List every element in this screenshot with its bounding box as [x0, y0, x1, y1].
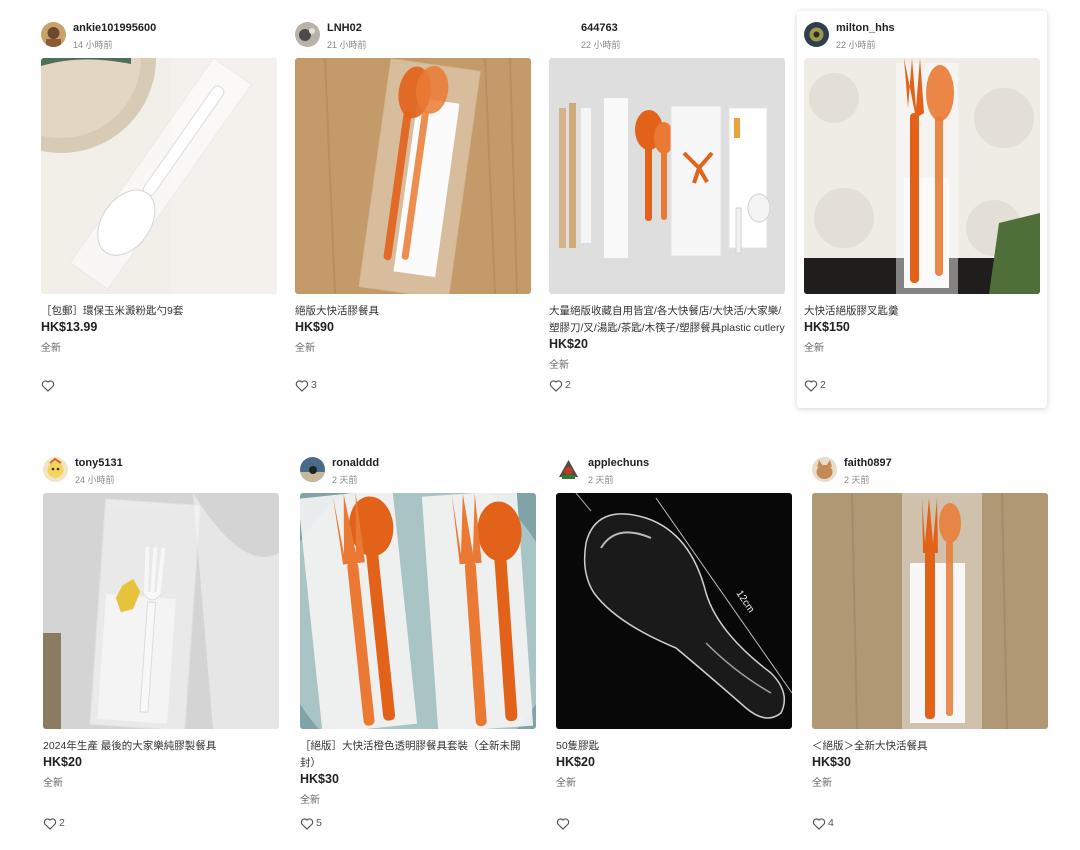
seller-username[interactable]: LNH02	[327, 22, 362, 34]
listing-title[interactable]: 絕版大快活膠餐具	[295, 303, 531, 320]
like-button[interactable]: 3	[295, 377, 317, 393]
avatar[interactable]	[300, 457, 325, 482]
seller-username[interactable]: tony5131	[75, 457, 123, 469]
listing-photo[interactable]	[295, 58, 531, 294]
listing-price: HK$90	[295, 320, 334, 334]
like-button[interactable]	[41, 377, 57, 393]
listing-time: 14 小時前	[73, 40, 113, 50]
listing-condition: 全新	[43, 778, 63, 789]
seller-username[interactable]: ankie101995600	[73, 22, 156, 34]
listing-time: 2 天前	[588, 475, 614, 485]
listing-card[interactable]: ankie101995600 14 小時前 ［包郵］環保玉米澱粉匙勺9套 HK$…	[41, 18, 279, 408]
like-count: 2	[59, 817, 65, 829]
seller-username[interactable]: ronalddd	[332, 457, 379, 469]
seller-username[interactable]: applechuns	[588, 457, 649, 469]
listing-card[interactable]: LNH02 21 小時前 絕版大快活膠餐具 HK$90 全新 3	[295, 18, 533, 408]
like-button[interactable]: 2	[804, 377, 826, 393]
listing-photo[interactable]: 12cm	[556, 493, 792, 729]
listing-card[interactable]: milton_hhs 22 小時前 大快活絕版膠叉匙羹 HK$150 全新 2	[797, 11, 1047, 408]
like-button[interactable]: 5	[300, 815, 322, 831]
listing-price: HK$20	[556, 755, 595, 769]
listing-card[interactable]: 644763 22 小時前 大量絕版收藏自用皆宜/各大快餐店/大快活/大家樂/塑…	[549, 18, 787, 408]
listing-condition: 全新	[812, 778, 832, 789]
listing-photo[interactable]	[549, 58, 785, 294]
heart-outline-icon	[804, 379, 818, 392]
listing-price: HK$30	[812, 755, 851, 769]
listing-condition: 全新	[549, 360, 569, 371]
like-count: 5	[316, 817, 322, 829]
listing-photo[interactable]	[812, 493, 1048, 729]
listing-title[interactable]: 大量絕版收藏自用皆宜/各大快餐店/大快活/大家樂/塑膠刀/叉/湯匙/茶匙/木筷子…	[549, 303, 785, 337]
avatar[interactable]	[804, 22, 829, 47]
listing-title[interactable]: 大快活絕版膠叉匙羹	[804, 303, 1040, 320]
avatar[interactable]	[812, 457, 837, 482]
listing-time: 2 天前	[844, 475, 870, 485]
listing-condition: 全新	[300, 795, 320, 806]
avatar[interactable]	[43, 457, 68, 482]
heart-outline-icon	[41, 379, 55, 392]
listing-price: HK$30	[300, 772, 339, 786]
heart-outline-icon	[812, 817, 826, 830]
like-count: 4	[828, 817, 834, 829]
like-count: 2	[820, 379, 826, 391]
listing-time: 24 小時前	[75, 475, 115, 485]
seller-username[interactable]: milton_hhs	[836, 22, 895, 34]
listing-card[interactable]: ronalddd 2 天前 ［絕版］大快活橙色透明膠餐具套裝（全新未開封） HK…	[300, 453, 538, 843]
listing-photo[interactable]	[41, 58, 277, 294]
like-count: 2	[565, 379, 571, 391]
listing-card[interactable]: applechuns 2 天前 12cm 50隻膠匙 HK$20 全新	[556, 453, 794, 843]
listing-photo[interactable]	[804, 58, 1040, 294]
listing-time: 2 天前	[332, 475, 358, 485]
avatar[interactable]	[556, 457, 581, 482]
like-count: 3	[311, 379, 317, 391]
like-button[interactable]: 2	[43, 815, 65, 831]
like-button[interactable]: 2	[549, 377, 571, 393]
like-button[interactable]	[556, 815, 572, 831]
listing-card[interactable]: faith0897 2 天前 ＜絕版＞全新大快活餐具 HK$30 全新 4	[812, 453, 1050, 843]
heart-outline-icon	[556, 817, 570, 830]
listing-title[interactable]: 50隻膠匙	[556, 738, 792, 755]
listing-photo[interactable]	[43, 493, 279, 729]
heart-outline-icon	[300, 817, 314, 830]
seller-username[interactable]: 644763	[581, 22, 618, 34]
listing-condition: 全新	[295, 343, 315, 354]
listing-photo[interactable]	[300, 493, 536, 729]
listing-title[interactable]: ［包郵］環保玉米澱粉匙勺9套	[41, 303, 277, 320]
listing-time: 21 小時前	[327, 40, 367, 50]
listing-price: HK$13.99	[41, 320, 98, 334]
listing-title[interactable]: ＜絕版＞全新大快活餐具	[812, 738, 1048, 755]
listing-price: HK$20	[549, 337, 588, 351]
heart-outline-icon	[43, 817, 57, 830]
listing-condition: 全新	[41, 343, 61, 354]
heart-outline-icon	[295, 379, 309, 392]
listing-card[interactable]: tony5131 24 小時前 2024年生產 最後的大家樂純膠製餐具 HK$2…	[43, 453, 281, 843]
listing-title[interactable]: ［絕版］大快活橙色透明膠餐具套裝（全新未開封）	[300, 738, 536, 772]
like-button[interactable]: 4	[812, 815, 834, 831]
seller-username[interactable]: faith0897	[844, 457, 892, 469]
listing-price: HK$150	[804, 320, 850, 334]
listing-condition: 全新	[556, 778, 576, 789]
avatar[interactable]	[295, 22, 320, 47]
listing-time: 22 小時前	[581, 40, 621, 50]
listing-time: 22 小時前	[836, 40, 876, 50]
heart-outline-icon	[549, 379, 563, 392]
listing-title[interactable]: 2024年生產 最後的大家樂純膠製餐具	[43, 738, 279, 755]
listing-condition: 全新	[804, 343, 824, 354]
avatar[interactable]	[41, 22, 66, 47]
listing-price: HK$20	[43, 755, 82, 769]
